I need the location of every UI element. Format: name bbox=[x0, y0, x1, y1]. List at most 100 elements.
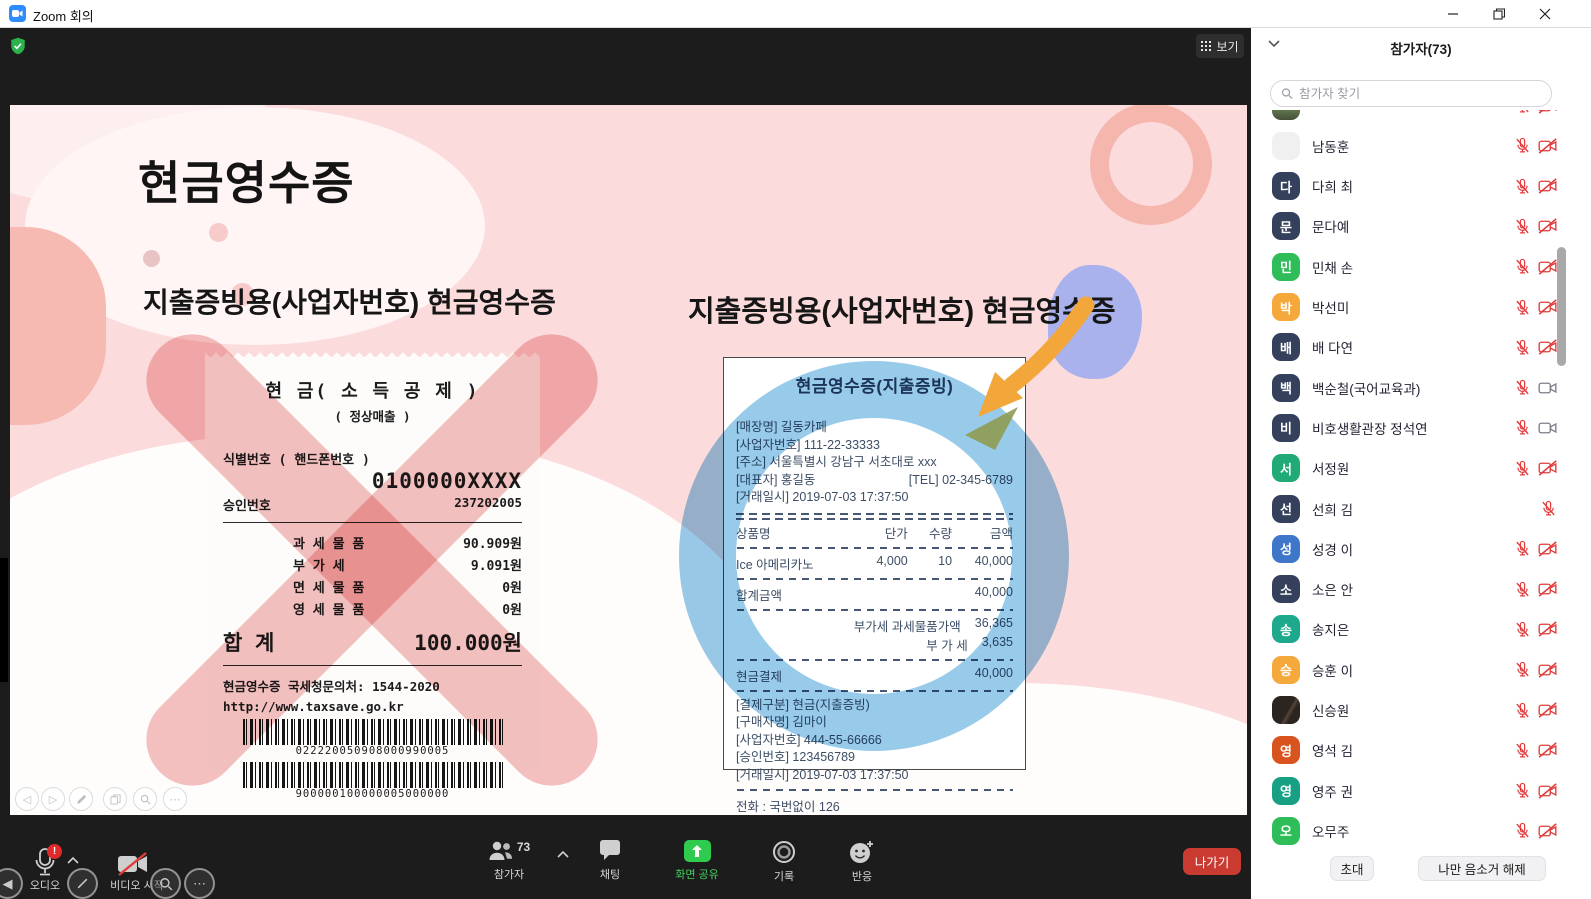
minimize-button[interactable] bbox=[1431, 0, 1475, 28]
participant-name: 민채 손 bbox=[1312, 257, 1514, 277]
video-off-icon[interactable] bbox=[116, 851, 150, 878]
deco-ring-circle bbox=[1090, 105, 1212, 225]
video-on-icon bbox=[1538, 420, 1557, 436]
slide-next-button[interactable]: ▷ bbox=[41, 787, 65, 811]
participant-search[interactable] bbox=[1270, 80, 1552, 107]
participant-row[interactable]: 신승원 bbox=[1251, 690, 1591, 730]
video-off-icon bbox=[1538, 110, 1557, 114]
avatar bbox=[1272, 110, 1300, 120]
close-button[interactable] bbox=[1523, 0, 1567, 28]
record-button[interactable]: 기록 bbox=[744, 840, 824, 884]
view-button-label: 보기 bbox=[1216, 38, 1238, 55]
participants-chevron-up-icon[interactable] bbox=[556, 850, 570, 859]
video-off-icon bbox=[1538, 460, 1557, 476]
participant-row[interactable]: 성 성경 이 bbox=[1251, 529, 1591, 569]
mic-muted-icon bbox=[1514, 178, 1531, 195]
restore-button[interactable] bbox=[1477, 0, 1521, 28]
floating-zoom-button[interactable] bbox=[150, 868, 181, 899]
view-button[interactable]: 보기 bbox=[1196, 34, 1244, 58]
audio-button-label[interactable]: 오디오 bbox=[20, 877, 70, 893]
participant-row[interactable]: 문 문다예 bbox=[1251, 206, 1591, 246]
participant-row[interactable]: 다 다희 최 bbox=[1251, 166, 1591, 206]
share-screen-button[interactable]: 화면 공유 bbox=[657, 840, 737, 882]
slide-prev-button[interactable]: ◁ bbox=[15, 787, 39, 811]
avatar: 문 bbox=[1272, 212, 1300, 240]
participant-status-icons bbox=[1514, 822, 1557, 839]
floating-more-button[interactable]: ⋯ bbox=[184, 868, 215, 899]
participant-name: 남동훈 bbox=[1312, 136, 1514, 156]
avatar-initial: 성 bbox=[1280, 539, 1292, 558]
barcode bbox=[243, 762, 503, 788]
leave-button[interactable]: 나가기 bbox=[1183, 848, 1241, 875]
panel-scrollbar[interactable] bbox=[1557, 247, 1566, 366]
avatar: 승 bbox=[1272, 656, 1300, 684]
participant-row[interactable]: 배 배 다연 bbox=[1251, 327, 1591, 367]
participant-row[interactable]: 오 오무주 bbox=[1251, 811, 1591, 851]
slide-zoom-button[interactable] bbox=[133, 787, 157, 811]
participant-row[interactable] bbox=[1251, 110, 1591, 126]
reactions-button[interactable]: 반응 bbox=[822, 840, 902, 884]
mic-muted-icon bbox=[1514, 299, 1531, 316]
participant-row[interactable]: 서 서정원 bbox=[1251, 448, 1591, 488]
left-edge-strip bbox=[0, 558, 8, 682]
item-value: 90.909원 bbox=[463, 533, 522, 552]
mic-muted-icon bbox=[1514, 702, 1531, 719]
invite-button[interactable]: 초대 bbox=[1330, 856, 1374, 881]
video-off-icon bbox=[1538, 178, 1557, 194]
avatar-initial: 문 bbox=[1280, 217, 1292, 236]
video-off-icon bbox=[1538, 823, 1557, 839]
participant-status-icons bbox=[1514, 782, 1557, 799]
search-input[interactable] bbox=[1299, 87, 1541, 101]
mic-muted-icon bbox=[1514, 822, 1531, 839]
participant-row[interactable]: 남동훈 bbox=[1251, 126, 1591, 166]
participant-row[interactable]: 선 선희 김 bbox=[1251, 488, 1591, 528]
participant-name: 성경 이 bbox=[1312, 539, 1514, 559]
video-off-icon bbox=[1538, 742, 1557, 758]
mic-muted-icon bbox=[1514, 258, 1531, 275]
mic-muted-icon bbox=[1514, 379, 1531, 396]
slide-copy-button[interactable] bbox=[103, 787, 127, 811]
participant-row[interactable]: 송 송지은 bbox=[1251, 609, 1591, 649]
participant-row[interactable]: 박 박선미 bbox=[1251, 287, 1591, 327]
participant-status-icons bbox=[1514, 581, 1557, 598]
left-receipt-heading: 지출증빙용(사업자번호) 현금영수증 bbox=[143, 281, 556, 321]
item-value: 0원 bbox=[502, 577, 522, 596]
chat-button[interactable]: 채팅 bbox=[570, 840, 650, 882]
participant-row[interactable]: 승 승훈 이 bbox=[1251, 650, 1591, 690]
participant-name: 선희 김 bbox=[1312, 499, 1540, 519]
slide-more-button[interactable]: ⋯ bbox=[163, 787, 187, 811]
participant-status-icons bbox=[1514, 540, 1557, 557]
participant-row[interactable]: 소 소은 안 bbox=[1251, 569, 1591, 609]
panel-footer: 초대 나만 음소거 해제 bbox=[1251, 856, 1591, 884]
avatar-initial: 송 bbox=[1280, 620, 1292, 639]
participant-row[interactable]: 영 영주 권 bbox=[1251, 770, 1591, 810]
participant-name: 영주 권 bbox=[1312, 781, 1514, 801]
avatar: 비 bbox=[1272, 414, 1300, 442]
avatar bbox=[1272, 696, 1300, 724]
participant-status-icons bbox=[1514, 742, 1557, 759]
participant-row[interactable]: 영 영석 김 bbox=[1251, 730, 1591, 770]
chat-label: 채팅 bbox=[600, 866, 620, 882]
avatar bbox=[1272, 132, 1300, 160]
mic-muted-icon bbox=[1514, 460, 1531, 477]
participant-row[interactable]: 비 비호생활관장 정석연 bbox=[1251, 408, 1591, 448]
slide-title: 현금영수증 bbox=[138, 147, 558, 213]
participant-list: 남동훈 다 다희 최 문 문다예 민 민채 손 박 박선미 배 배 다연 백 백… bbox=[1251, 110, 1591, 856]
participants-button[interactable]: 73 참가자 bbox=[469, 840, 549, 882]
audio-chevron-up-icon[interactable] bbox=[66, 856, 80, 865]
mic-muted-icon bbox=[1514, 419, 1531, 436]
slide-pen-button[interactable] bbox=[69, 787, 93, 811]
avatar: 영 bbox=[1272, 736, 1300, 764]
floating-pen-button[interactable] bbox=[67, 868, 98, 899]
barcode-number: 022220050908000990005 bbox=[223, 745, 522, 757]
chat-icon bbox=[598, 840, 622, 862]
participant-row[interactable]: 백 백순철(국어교육과) bbox=[1251, 367, 1591, 407]
participant-row[interactable]: 민 민채 손 bbox=[1251, 247, 1591, 287]
reactions-label: 반응 bbox=[852, 868, 872, 884]
unmute-button[interactable]: 나만 음소거 해제 bbox=[1418, 856, 1546, 881]
video-off-icon bbox=[1538, 218, 1557, 234]
participant-name: 오무주 bbox=[1312, 821, 1514, 841]
security-shield-icon[interactable] bbox=[9, 37, 27, 55]
avatar-initial: 민 bbox=[1280, 257, 1292, 276]
avatar-initial: 배 bbox=[1280, 338, 1292, 357]
